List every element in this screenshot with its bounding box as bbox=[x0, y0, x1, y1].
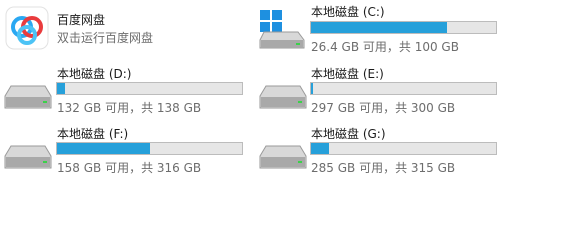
drive-e-label: 本地磁盘 (E:) bbox=[311, 67, 384, 81]
drive-d-label: 本地磁盘 (D:) bbox=[57, 67, 132, 81]
drive-g-space-text: 285 GB 可用，共 315 GB bbox=[311, 161, 456, 175]
drive-f-label: 本地磁盘 (F:) bbox=[57, 127, 129, 141]
drive-e[interactable]: 本地磁盘 (E:) 297 GB 可用，共 300 GB bbox=[255, 60, 505, 115]
drive-d-usage-fill bbox=[57, 83, 65, 94]
drive-f-space-text: 158 GB 可用，共 316 GB bbox=[57, 161, 202, 175]
drive-c-space-text: 26.4 GB 可用，共 100 GB bbox=[311, 40, 459, 54]
drive-g-label: 本地磁盘 (G:) bbox=[311, 127, 386, 141]
drive-c[interactable]: 本地磁盘 (C:) 26.4 GB 可用，共 100 GB bbox=[255, 0, 505, 55]
drive-g-usage-fill bbox=[311, 143, 329, 154]
app-subtitle: 双击运行百度网盘 bbox=[57, 31, 154, 45]
hard-drive-icon bbox=[259, 145, 307, 169]
drive-d-space-text: 132 GB 可用，共 138 GB bbox=[57, 101, 202, 115]
drive-f-usage-fill bbox=[57, 143, 150, 154]
drive-e-usage-bar bbox=[310, 82, 497, 95]
baidu-netdisk-app[interactable]: 百度网盘 双击运行百度网盘 bbox=[0, 0, 250, 55]
drive-c-usage-fill bbox=[311, 22, 448, 33]
hard-drive-icon bbox=[259, 85, 307, 109]
hard-drive-icon bbox=[4, 85, 52, 109]
app-title: 百度网盘 bbox=[57, 13, 106, 27]
drive-f-usage-bar bbox=[56, 142, 243, 155]
hard-drive-icon bbox=[4, 145, 52, 169]
drive-g[interactable]: 本地磁盘 (G:) 285 GB 可用，共 315 GB bbox=[255, 120, 505, 175]
drive-e-usage-fill bbox=[311, 83, 313, 94]
drive-d[interactable]: 本地磁盘 (D:) 132 GB 可用，共 138 GB bbox=[0, 60, 250, 115]
drive-g-usage-bar bbox=[310, 142, 497, 155]
drive-d-usage-bar bbox=[56, 82, 243, 95]
drive-e-space-text: 297 GB 可用，共 300 GB bbox=[311, 101, 456, 115]
windows-drive-icon bbox=[259, 10, 305, 49]
baidu-netdisk-icon bbox=[5, 6, 49, 50]
drive-c-usage-bar bbox=[310, 21, 497, 34]
drive-c-label: 本地磁盘 (C:) bbox=[311, 5, 385, 19]
drive-f[interactable]: 本地磁盘 (F:) 158 GB 可用，共 316 GB bbox=[0, 120, 250, 175]
